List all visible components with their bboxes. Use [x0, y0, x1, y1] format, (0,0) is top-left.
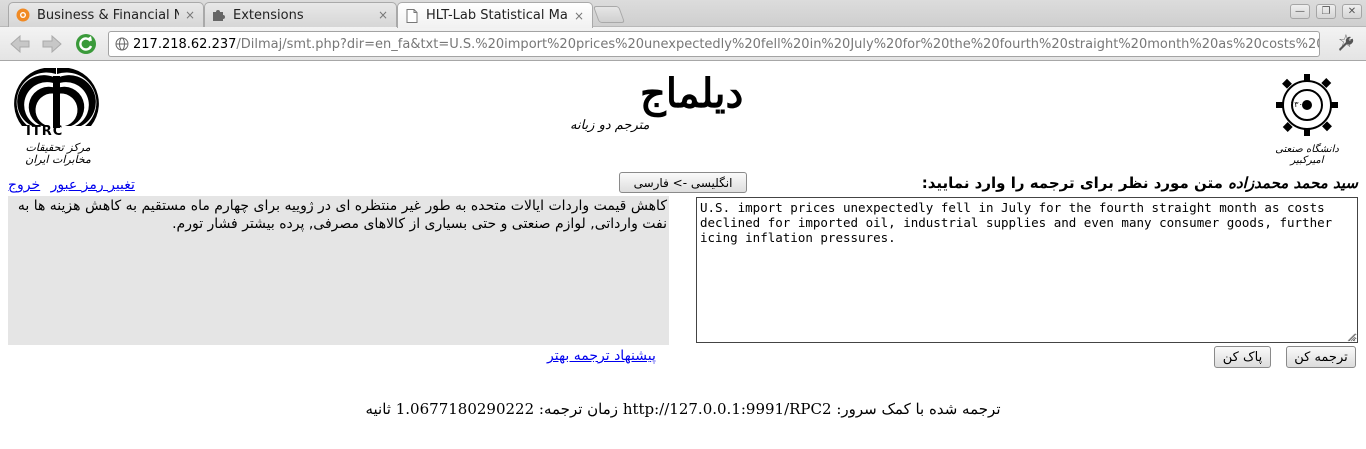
close-icon[interactable]: ×	[183, 8, 197, 22]
rss-icon	[15, 7, 31, 23]
back-button[interactable]	[8, 32, 32, 56]
suggest-better-translation-link[interactable]: پیشنهاد ترجمه بهتر	[547, 348, 656, 364]
close-icon[interactable]: ×	[376, 8, 390, 22]
forward-button[interactable]	[40, 32, 64, 56]
tab-hlt-lab[interactable]: HLT-Lab Statistical Mach ×	[397, 2, 593, 28]
tab-extensions[interactable]: Extensions ×	[204, 2, 397, 27]
user-name: سید محمد محمدزاده	[1228, 174, 1358, 192]
url-path: /Dilmaj/smt.php?dir=en_fa&txt=U.S.%20imp…	[236, 36, 1320, 52]
itrc-logo: ITRC مرکز تحقیقات مخابرات ایران	[8, 67, 108, 172]
page-info-icon	[115, 37, 129, 51]
reload-button[interactable]	[74, 32, 98, 56]
tab-title: Business & Financial N	[37, 7, 179, 23]
itrc-logo-text: مرکز تحقیقات مخابرات ایران	[25, 141, 91, 166]
input-prompt: سید محمد محمدزاده متن مورد نظر برای ترجم…	[922, 174, 1358, 192]
aut-logo: ۱۳۰۷ دانشگاه صنعتی امیرکبیر	[1272, 70, 1342, 166]
wrench-icon[interactable]	[1334, 32, 1356, 54]
back-arrow-icon	[10, 35, 30, 53]
address-bar[interactable]: 217.218.62.237/Dilmaj/smt.php?dir=en_fa&…	[108, 31, 1320, 57]
dilmaj-logo-title: دیلماج	[640, 70, 744, 117]
resize-grip-icon[interactable]	[1346, 332, 1356, 342]
aut-logo-text: دانشگاه صنعتی امیرکبیر	[1275, 144, 1339, 166]
dilmaj-logo-subtitle: مترجم دو زبانه	[570, 118, 650, 133]
page-icon	[404, 8, 420, 24]
change-password-link[interactable]: تغییر رمز عبور	[51, 177, 135, 193]
logout-link[interactable]: خروج	[8, 177, 40, 193]
restore-button[interactable]: ❐	[1316, 4, 1336, 19]
translate-button[interactable]: ترجمه کن	[1286, 346, 1356, 368]
prompt-text: متن مورد نظر برای ترجمه را وارد نمایید:	[921, 174, 1229, 192]
server-info-footer: ترجمه شده با کمک سرور: http://127.0.0.1:…	[365, 400, 1001, 418]
dilmaj-logo: دیلماج مترجم دو زبانه	[560, 72, 743, 142]
window-close-button[interactable]: ✕	[1342, 4, 1362, 19]
puzzle-icon	[211, 7, 227, 23]
clear-button[interactable]: پاک کن	[1214, 346, 1271, 368]
reload-icon	[76, 34, 96, 54]
tab-title: HLT-Lab Statistical Mach	[426, 8, 568, 23]
url-host: 217.218.62.237	[133, 36, 237, 52]
translation-output: کاهش قیمت واردات ایالات متحده به طور غیر…	[8, 196, 669, 345]
close-icon[interactable]: ×	[572, 9, 586, 23]
source-text-input[interactable]: U.S. import prices unexpectedly fell in …	[696, 197, 1358, 343]
tab-business-financial[interactable]: Business & Financial N ×	[8, 2, 204, 27]
tab-title: Extensions	[233, 7, 304, 23]
direction-select[interactable]: انگلیسی -> فارسی	[619, 172, 747, 193]
account-links: تغییر رمز عبور خروج	[8, 177, 141, 193]
minimize-button[interactable]: —	[1290, 4, 1310, 19]
tab-strip: Business & Financial N × Extensions × HL…	[0, 0, 1366, 28]
new-tab-button[interactable]	[592, 6, 626, 23]
aut-logo-digits: ۱۳۰۷	[1290, 100, 1308, 109]
itrc-caption: ITRC	[26, 124, 64, 139]
forward-arrow-icon	[42, 35, 62, 53]
browser-toolbar: 217.218.62.237/Dilmaj/smt.php?dir=en_fa&…	[0, 27, 1366, 61]
page-content: ITRC مرکز تحقیقات مخابرات ایران دیلماج م…	[0, 62, 1366, 449]
